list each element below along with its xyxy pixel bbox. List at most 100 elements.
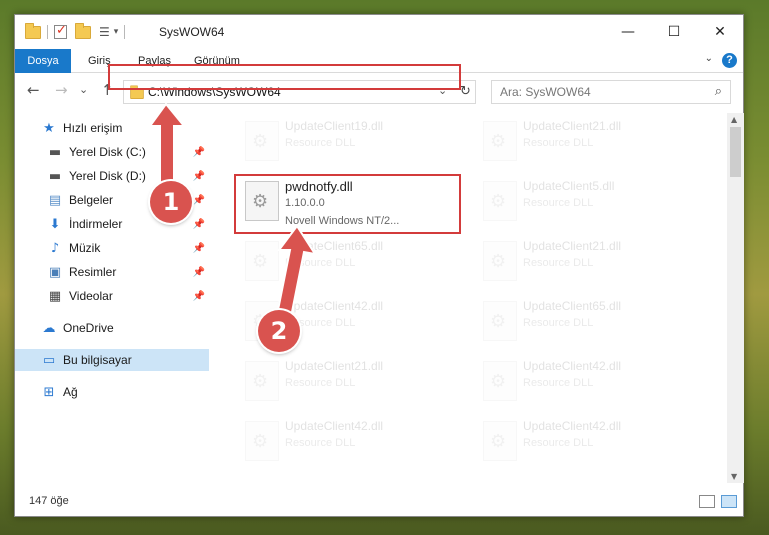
cloud-icon: ☁ <box>42 320 56 336</box>
list-item[interactable]: UpdateClient42.dll Resource DLL <box>473 355 703 411</box>
pin-icon[interactable]: 📌 <box>193 291 205 302</box>
search-icon[interactable]: ⌕ <box>715 84 722 99</box>
scroll-thumb[interactable] <box>730 127 741 177</box>
view-options-icon[interactable]: ☰ <box>99 25 110 39</box>
file-description: Resource DLL <box>285 137 356 149</box>
dll-file-icon <box>483 241 517 281</box>
file-description: Resource DLL <box>523 317 594 329</box>
sidebar-item-label: Ağ <box>63 385 78 399</box>
window-title: SysWOW64 <box>159 25 225 39</box>
maximize-button[interactable]: ☐ <box>651 15 697 49</box>
sidebar-item-onedrive[interactable]: ☁ OneDrive <box>15 317 209 339</box>
file-description: Resource DLL <box>285 377 356 389</box>
list-item[interactable]: UpdateClient42.dll Resource DLL <box>235 415 465 471</box>
dll-file-icon <box>245 421 279 461</box>
pin-icon[interactable]: 📌 <box>193 267 205 278</box>
search-placeholder: Ara: SysWOW64 <box>500 85 591 99</box>
close-button[interactable]: ✕ <box>697 15 743 49</box>
sidebar-item-label: Resimler <box>69 265 117 279</box>
details-view-icon[interactable] <box>699 495 715 508</box>
file-name: UpdateClient19.dll <box>285 119 384 133</box>
properties-icon[interactable] <box>54 23 67 39</box>
sidebar-item-label: İndirmeler <box>69 217 123 231</box>
dll-file-icon <box>245 361 279 401</box>
file-description: Resource DLL <box>285 257 356 269</box>
sidebar-item-network[interactable]: ⊞ Ağ <box>15 381 209 403</box>
sidebar-item-label: Bu bilgisayar <box>63 353 132 367</box>
divider <box>124 25 126 39</box>
recent-locations-button[interactable]: ⌄ <box>79 83 88 96</box>
list-item[interactable]: UpdateClient42.dll Resource DLL <box>473 415 703 471</box>
file-name: UpdateClient21.dll <box>523 239 622 253</box>
customize-qat-icon[interactable]: ▾ <box>114 27 119 37</box>
pin-icon[interactable]: 📌 <box>193 171 205 182</box>
vertical-scrollbar[interactable]: ▲ ▼ <box>727 113 744 483</box>
dll-file-icon <box>245 241 279 281</box>
file-name: UpdateClient21.dll <box>523 119 622 133</box>
list-item[interactable]: UpdateClient21.dll Resource DLL <box>473 115 703 171</box>
dll-file-icon <box>483 181 517 221</box>
folder-icon <box>25 22 41 39</box>
list-item[interactable]: UpdateClient19.dll Resource DLL <box>235 115 465 171</box>
title-bar: ☰ ▾ SysWOW64 — ☐ ✕ <box>15 15 743 49</box>
scroll-down-icon[interactable]: ▼ <box>731 472 737 481</box>
pin-icon[interactable]: 📌 <box>193 195 205 206</box>
file-description: Resource DLL <box>523 437 594 449</box>
list-item[interactable]: UpdateClient5.dll Resource DLL <box>473 175 703 231</box>
large-icons-view-icon[interactable] <box>721 495 737 508</box>
file-list: UpdateClient19.dll Resource DLL pwdnotfy… <box>225 113 725 483</box>
file-name: UpdateClient42.dll <box>523 359 622 373</box>
sidebar-item-label: Yerel Disk (D:) <box>69 169 146 183</box>
file-description: Resource DLL <box>523 257 594 269</box>
sidebar-item-disk-c[interactable]: ▬ Yerel Disk (C:) 📌 <box>15 141 209 163</box>
item-count: 147 öğe <box>29 495 69 507</box>
file-description: Resource DLL <box>523 377 594 389</box>
quick-access-toolbar: ☰ ▾ <box>25 22 127 39</box>
file-name: UpdateClient21.dll <box>285 359 384 373</box>
sidebar-item-resimler[interactable]: ▣ Resimler 📌 <box>15 261 209 283</box>
refresh-icon[interactable]: ↻ <box>460 84 471 99</box>
dll-file-icon <box>483 361 517 401</box>
navigation-pane: ★ Hızlı erişim ▬ Yerel Disk (C:) 📌 ▬ Yer… <box>15 113 209 483</box>
file-description: Resource DLL <box>285 437 356 449</box>
scroll-up-icon[interactable]: ▲ <box>731 115 737 124</box>
file-name: UpdateClient42.dll <box>523 419 622 433</box>
list-item[interactable]: UpdateClient21.dll Resource DLL <box>235 355 465 411</box>
list-item[interactable]: UpdateClient65.dll Resource DLL <box>235 235 465 291</box>
expand-ribbon-icon[interactable]: ⌄ <box>705 53 713 64</box>
dll-file-icon <box>245 121 279 161</box>
file-description: Resource DLL <box>523 137 594 149</box>
computer-icon: ▭ <box>42 352 56 368</box>
sidebar-item-videolar[interactable]: ▦ Videolar 📌 <box>15 285 209 307</box>
dll-file-icon <box>483 301 517 341</box>
star-icon: ★ <box>43 120 55 136</box>
sidebar-item-muzik[interactable]: ♪ Müzik 📌 <box>15 237 209 259</box>
documents-icon: ▤ <box>48 192 62 208</box>
step-2-badge: 2 <box>258 310 300 352</box>
new-folder-icon[interactable] <box>75 22 91 39</box>
sidebar-item-label: Belgeler <box>69 193 114 207</box>
tab-dosya[interactable]: Dosya <box>15 49 71 73</box>
divider <box>47 25 48 39</box>
forward-button[interactable]: → <box>55 81 68 99</box>
file-name: UpdateClient42.dll <box>285 419 384 433</box>
sidebar-item-this-pc[interactable]: ▭ Bu bilgisayar <box>15 349 209 371</box>
drive-icon: ▬ <box>48 144 62 160</box>
sidebar-item-quick-access[interactable]: ★ Hızlı erişim <box>15 117 209 139</box>
help-icon[interactable]: ? <box>722 53 737 68</box>
music-icon: ♪ <box>50 240 60 256</box>
search-input[interactable]: Ara: SysWOW64 ⌕ <box>491 80 731 104</box>
list-item[interactable]: UpdateClient65.dll Resource DLL <box>473 295 703 351</box>
videos-icon: ▦ <box>48 288 62 304</box>
pin-icon[interactable]: 📌 <box>193 219 205 230</box>
file-name: UpdateClient42.dll <box>285 299 384 313</box>
pin-icon[interactable]: 📌 <box>193 243 205 254</box>
address-bar-highlight <box>108 64 461 90</box>
back-button[interactable]: ← <box>27 81 40 99</box>
file-description: Resource DLL <box>523 197 594 209</box>
pin-icon[interactable]: 📌 <box>193 147 205 158</box>
minimize-button[interactable]: — <box>605 15 651 49</box>
step-1-badge: 1 <box>150 181 192 223</box>
list-item[interactable]: UpdateClient21.dll Resource DLL <box>473 235 703 291</box>
file-highlight <box>234 174 461 234</box>
